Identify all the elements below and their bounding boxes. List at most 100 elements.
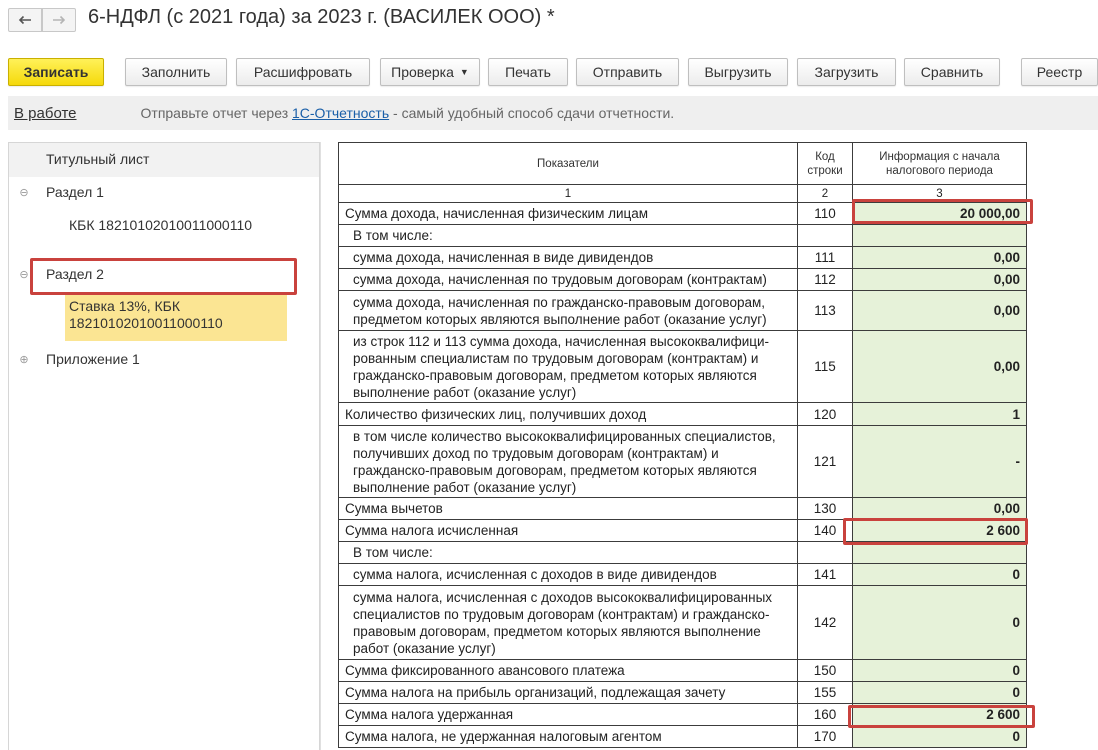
status-link[interactable]: В работе	[14, 105, 77, 122]
header-info: Информация с начала налогового периода	[852, 142, 1027, 185]
row-label: сумма дохода, начисленная в виде дивиден…	[338, 246, 798, 269]
table-row: из строк 112 и 113 сумма дохода, начисле…	[338, 330, 1027, 403]
chevron-down-icon: ▼	[459, 67, 469, 77]
value-cell[interactable]: 0,00	[852, 246, 1027, 269]
value-cell[interactable]: 0	[852, 585, 1027, 660]
tree-item-title-page[interactable]: Титульный лист	[46, 151, 149, 167]
row-code: 113	[797, 290, 853, 331]
value-cell[interactable]: 0	[852, 681, 1027, 704]
row-label: в том числе количество высококвалифициро…	[338, 425, 798, 498]
table-row: В том числе:	[338, 224, 1027, 247]
decode-button[interactable]: Расшифровать	[236, 58, 370, 86]
colnum-1: 1	[338, 184, 798, 203]
row-code: 110	[797, 202, 853, 225]
collapse-icon[interactable]: ⊖	[18, 268, 30, 281]
row-label: Сумма налога исчисленная	[338, 519, 798, 542]
table-row: сумма налога, исчисленная с доходов высо…	[338, 585, 1027, 660]
expand-icon[interactable]: ⊕	[18, 353, 30, 366]
row-label: сумма налога, исчисленная с доходов высо…	[338, 585, 798, 660]
import-button[interactable]: Загрузить	[797, 58, 896, 86]
row-code: 130	[797, 497, 853, 520]
arrow-left-icon	[18, 15, 31, 25]
value-cell[interactable]: -	[852, 425, 1027, 498]
value-cell[interactable]: 2 600	[852, 703, 1027, 726]
report-table: Показатели Код строки Информация с начал…	[338, 142, 1027, 748]
table-row: сумма дохода, начисленная в виде дивиден…	[338, 246, 1027, 269]
value-cell[interactable]: 20 000,00	[852, 202, 1027, 225]
tree-item-section2-rate-line2: 18210102010011000110	[69, 315, 223, 331]
save-button[interactable]: Записать	[8, 58, 104, 86]
arrow-right-icon	[53, 15, 66, 25]
row-code: 155	[797, 681, 853, 704]
table-row: Сумма дохода, начисленная физическим лиц…	[338, 202, 1027, 225]
tree-item-appendix1[interactable]: Приложение 1	[46, 351, 140, 367]
header-indicators: Показатели	[338, 142, 798, 185]
row-code: 121	[797, 425, 853, 498]
value-cell[interactable]: 0,00	[852, 290, 1027, 331]
row-code: 141	[797, 563, 853, 586]
tree-item-section2-rate[interactable]: Ставка 13%, КБК 18210102010011000110	[65, 295, 287, 341]
back-button[interactable]	[8, 8, 42, 32]
tree-item-section2[interactable]: Раздел 2	[46, 266, 104, 282]
value-cell[interactable]: 0	[852, 659, 1027, 682]
value-cell[interactable]: 0	[852, 563, 1027, 586]
table-row: Сумма налога на прибыль организаций, под…	[338, 681, 1027, 704]
registry-button[interactable]: Реестр	[1021, 58, 1098, 86]
row-code: 142	[797, 585, 853, 660]
value-cell[interactable]: 2 600	[852, 519, 1027, 542]
row-label: Сумма налога, не удержанная налоговым аг…	[338, 725, 798, 748]
tree-item-section1[interactable]: Раздел 1	[46, 184, 104, 200]
send-button[interactable]: Отправить	[576, 58, 679, 86]
row-code: 120	[797, 402, 853, 426]
row-label: Количество физических лиц, получивших до…	[338, 402, 798, 426]
sections-tree: Титульный лист ⊖ Раздел 1 КБК 1821010201…	[8, 142, 320, 750]
value-cell[interactable]: 0,00	[852, 268, 1027, 291]
print-button[interactable]: Печать	[488, 58, 568, 86]
row-code: 140	[797, 519, 853, 542]
row-label: сумма дохода, начисленная по гражданско-…	[338, 290, 798, 331]
row-label: В том числе:	[338, 224, 798, 247]
row-label: Сумма налога на прибыль организаций, под…	[338, 681, 798, 704]
check-dropdown-button[interactable]: Проверка ▼	[380, 58, 480, 86]
panel-splitter[interactable]	[320, 142, 332, 750]
compare-button[interactable]: Сравнить	[904, 58, 1000, 86]
row-code	[797, 541, 853, 564]
table-row: Сумма фиксированного авансового платежа …	[338, 659, 1027, 682]
table-row: Сумма налога исчисленная 140 2 600	[338, 519, 1027, 542]
value-cell[interactable]: 0,00	[852, 497, 1027, 520]
info-bar: В работе Отправьте отчет через 1С-Отчетн…	[8, 96, 1098, 130]
value-cell[interactable]: 0	[852, 725, 1027, 748]
row-code: 150	[797, 659, 853, 682]
fill-button[interactable]: Заполнить	[125, 58, 227, 86]
colnum-3: 3	[852, 184, 1027, 203]
table-row: Сумма налога удержанная 160 2 600	[338, 703, 1027, 726]
row-label: сумма налога, исчисленная с доходов в ви…	[338, 563, 798, 586]
row-code: 111	[797, 246, 853, 269]
table-row: сумма дохода, начисленная по гражданско-…	[338, 290, 1027, 331]
row-code: 160	[797, 703, 853, 726]
forward-button[interactable]	[42, 8, 76, 32]
export-button[interactable]: Выгрузить	[688, 58, 788, 86]
value-cell[interactable]: 0,00	[852, 330, 1027, 403]
row-code: 112	[797, 268, 853, 291]
page-title: 6-НДФЛ (с 2021 года) за 2023 г. (ВАСИЛЕК…	[88, 6, 555, 28]
row-label: Сумма налога удержанная	[338, 703, 798, 726]
tree-item-section1-kbk[interactable]: КБК 18210102010011000110	[69, 217, 252, 233]
value-cell[interactable]: 1	[852, 402, 1027, 426]
table-row: Сумма налога, не удержанная налоговым аг…	[338, 725, 1027, 748]
value-cell	[852, 224, 1027, 247]
table-row: сумма дохода, начисленная по трудовым до…	[338, 268, 1027, 291]
1c-reporting-link[interactable]: 1С-Отчетность	[292, 105, 389, 121]
header-code: Код строки	[797, 142, 853, 185]
row-label: В том числе:	[338, 541, 798, 564]
row-label: из строк 112 и 113 сумма дохода, начисле…	[338, 330, 798, 403]
row-code: 170	[797, 725, 853, 748]
colnum-2: 2	[797, 184, 853, 203]
table-row: в том числе количество высококвалифициро…	[338, 425, 1027, 498]
row-code: 115	[797, 330, 853, 403]
table-row: сумма налога, исчисленная с доходов в ви…	[338, 563, 1027, 586]
row-label: Сумма дохода, начисленная физическим лиц…	[338, 202, 798, 225]
collapse-icon[interactable]: ⊖	[18, 186, 30, 199]
row-label: сумма дохода, начисленная по трудовым до…	[338, 268, 798, 291]
value-cell	[852, 541, 1027, 564]
